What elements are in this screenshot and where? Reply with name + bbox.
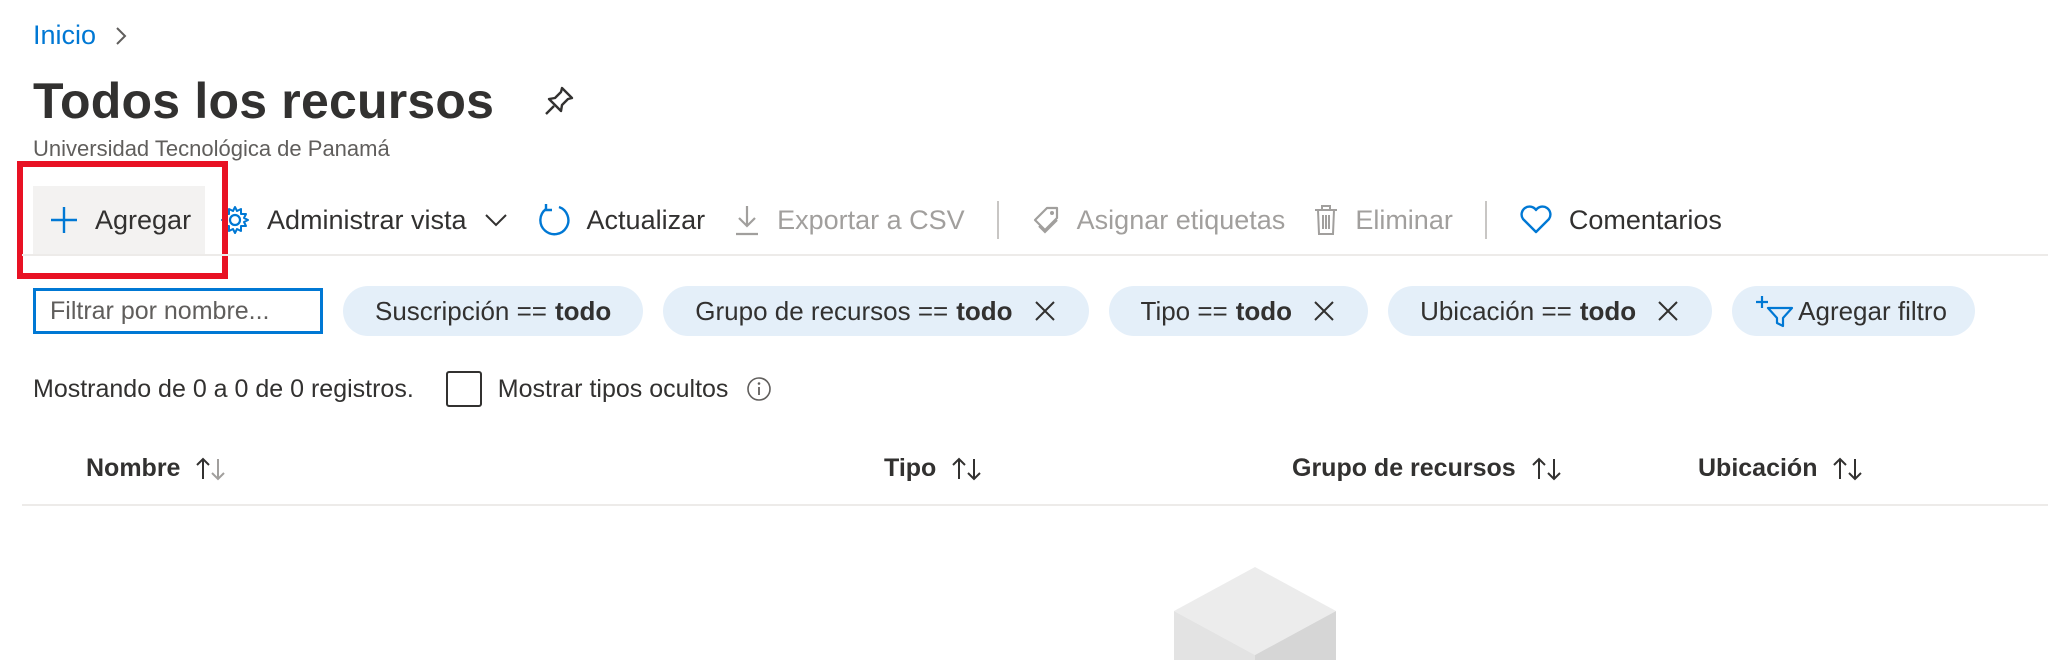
filter-pill-value: todo — [1579, 295, 1637, 326]
column-header-location[interactable]: Ubicación — [1698, 454, 1865, 483]
filter-pill-value: todo — [1235, 295, 1293, 326]
chevron-right-icon — [116, 26, 127, 45]
toolbar-divider — [1484, 201, 1487, 239]
filter-pill-value: todo — [956, 295, 1013, 326]
filter-by-name-input[interactable] — [33, 288, 323, 334]
delete-label: Eliminar — [1355, 204, 1453, 235]
filter-pill-type[interactable]: Tipo == todo — [1108, 286, 1369, 336]
add-button-label: Agregar — [95, 204, 192, 235]
records-status-row: Mostrando de 0 a 0 de 0 registros. Mostr… — [33, 371, 772, 407]
command-bar: Agregar Administrar vista Actualizar Exp… — [33, 186, 1736, 254]
sort-icon — [1531, 457, 1561, 480]
tag-icon — [1033, 206, 1058, 234]
table-header: Nombre Tipo Grupo de recursos Ubicación — [22, 440, 2048, 506]
manage-view-label: Administrar vista — [267, 204, 467, 235]
close-icon[interactable] — [1033, 299, 1057, 323]
info-icon[interactable] — [746, 376, 772, 402]
chevron-down-icon — [484, 214, 507, 227]
filter-pill-value: todo — [554, 295, 612, 326]
plus-icon — [51, 207, 77, 233]
filter-pill-label: Grupo de recursos == — [695, 295, 949, 326]
pin-icon[interactable] — [542, 84, 576, 118]
filter-pill-label: Tipo == — [1140, 295, 1228, 326]
column-header-label: Nombre — [86, 454, 181, 482]
breadcrumb-home-link[interactable]: Inicio — [33, 20, 96, 51]
sort-icon — [952, 457, 982, 480]
add-filter-label: Agregar filtro — [1798, 295, 1947, 326]
delete-button[interactable]: Eliminar — [1299, 186, 1467, 254]
trash-icon — [1315, 205, 1338, 235]
feedback-label: Comentarios — [1568, 204, 1722, 235]
add-filter-button[interactable]: Agregar filtro — [1732, 286, 1975, 336]
export-csv-button[interactable]: Exportar a CSV — [719, 186, 979, 254]
toolbar-divider-line — [22, 254, 2048, 256]
filter-pill-subscription[interactable]: Suscripción == todo — [343, 286, 644, 336]
column-header-label: Tipo — [884, 454, 937, 482]
column-header-label: Ubicación — [1698, 454, 1818, 482]
column-header-type[interactable]: Tipo — [884, 454, 984, 483]
close-icon[interactable] — [1312, 299, 1336, 323]
column-header-resource-group[interactable]: Grupo de recursos — [1292, 454, 1564, 483]
refresh-button[interactable]: Actualizar — [523, 186, 720, 254]
page-subtitle: Universidad Tecnológica de Panamá — [33, 136, 390, 161]
sort-icon — [196, 457, 226, 480]
filter-pill-label: Ubicación == — [1420, 295, 1572, 326]
manage-view-button[interactable]: Administrar vista — [205, 186, 523, 254]
gear-icon — [221, 206, 249, 234]
column-header-label: Grupo de recursos — [1292, 454, 1516, 482]
title-row: Todos los recursos — [33, 72, 576, 130]
records-count-text: Mostrando de 0 a 0 de 0 registros. — [33, 374, 414, 403]
show-hidden-types-label: Mostrar tipos ocultos — [497, 374, 729, 403]
breadcrumb: Inicio — [33, 20, 132, 51]
feedback-button[interactable]: Comentarios — [1505, 186, 1736, 254]
sort-icon — [1833, 457, 1863, 480]
page-title: Todos los recursos — [33, 73, 495, 129]
filter-pill-resource-group[interactable]: Grupo de recursos == todo — [663, 286, 1089, 336]
column-header-name[interactable]: Nombre — [86, 454, 228, 483]
empty-cube-icon — [1174, 567, 1336, 660]
export-csv-label: Exportar a CSV — [777, 204, 965, 235]
refresh-label: Actualizar — [586, 204, 706, 235]
heart-icon — [1520, 205, 1552, 234]
toolbar-divider — [996, 201, 999, 239]
assign-tags-label: Asignar etiquetas — [1076, 204, 1286, 235]
download-icon — [736, 206, 759, 236]
filter-pill-location[interactable]: Ubicación == todo — [1388, 286, 1713, 336]
refresh-icon — [538, 204, 570, 236]
add-filter-icon — [1756, 296, 1794, 328]
add-button[interactable]: Agregar — [33, 186, 205, 254]
show-hidden-types-checkbox[interactable] — [445, 371, 482, 407]
close-icon[interactable] — [1656, 299, 1680, 323]
filter-bar: Suscripción == todo Grupo de recursos ==… — [33, 286, 1975, 336]
assign-tags-button[interactable]: Asignar etiquetas — [1017, 186, 1300, 254]
filter-pill-label: Suscripción == — [375, 295, 547, 326]
